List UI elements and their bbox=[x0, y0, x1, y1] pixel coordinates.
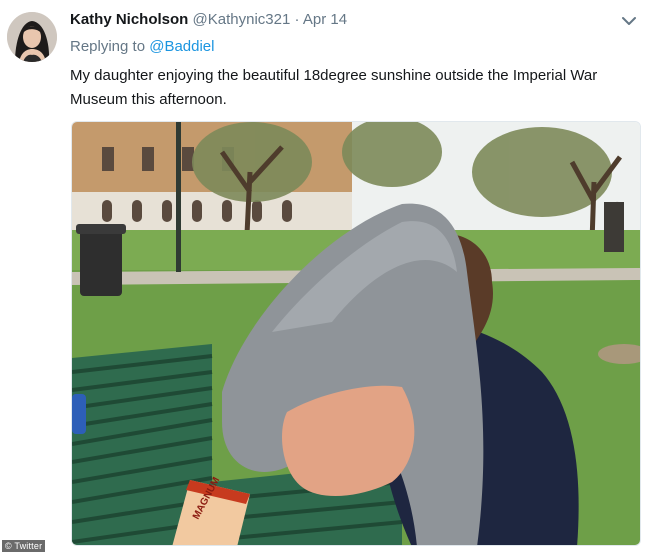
avatar-image bbox=[7, 12, 57, 62]
tweet-header: Kathy Nicholson @Kathynic321 · Apr 14 bbox=[70, 11, 347, 28]
tweet-photo[interactable]: MAGNUM bbox=[71, 121, 641, 546]
tweet-card: Kathy Nicholson @Kathynic321 · Apr 14 Re… bbox=[0, 0, 660, 552]
tweet-date[interactable]: Apr 14 bbox=[303, 11, 347, 28]
chevron-down-icon[interactable] bbox=[620, 14, 638, 28]
author-name[interactable]: Kathy Nicholson bbox=[70, 11, 188, 28]
twitter-watermark: © Twitter bbox=[2, 540, 46, 552]
replying-to: Replying to @Baddiel bbox=[70, 38, 215, 55]
photo-scene: MAGNUM bbox=[72, 122, 640, 545]
mention-link[interactable]: @Baddiel bbox=[149, 38, 214, 55]
separator-dot: · bbox=[294, 11, 300, 28]
tweet-text: My daughter enjoying the beautiful 18deg… bbox=[70, 67, 598, 108]
avatar[interactable] bbox=[7, 12, 57, 62]
author-handle[interactable]: @Kathynic321 bbox=[193, 11, 291, 28]
replying-prefix: Replying to bbox=[70, 38, 146, 55]
